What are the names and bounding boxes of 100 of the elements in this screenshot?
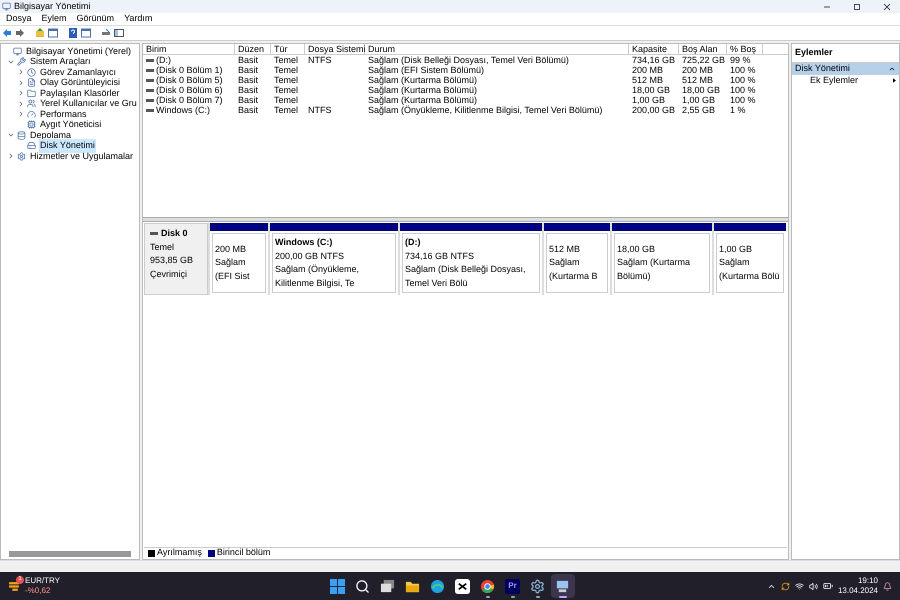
table-cell: NTFS [308, 105, 332, 115]
table-cell: 100 % [730, 85, 756, 95]
table-cell: 200,00 GB [632, 105, 676, 115]
partition-type-bar [210, 223, 268, 231]
table-cell: 1,00 GB [632, 95, 666, 105]
running-indicator [558, 596, 566, 598]
column-header[interactable]: Birim [143, 44, 235, 54]
table-cell: Basit [238, 65, 258, 75]
chart-arrow-icon [8, 580, 21, 592]
tree-item[interactable]: Disk Yönetimi [39, 139, 96, 152]
wifi-icon[interactable] [794, 582, 804, 590]
window-icon[interactable] [114, 28, 124, 38]
table-cell: 1 % [730, 105, 746, 115]
speaker-icon[interactable] [808, 582, 818, 590]
gear-icon [530, 578, 545, 594]
column-header[interactable]: Düzen [235, 44, 271, 54]
tree-item[interactable]: Yerel Kullanıcılar ve Gru [39, 97, 138, 110]
column-header[interactable]: Kapasite [629, 44, 679, 54]
forward-arrow-icon[interactable] [15, 28, 25, 38]
legend-label: Birincil bölüm [216, 546, 270, 560]
table-cell: 200 MB [632, 65, 664, 75]
menu-item[interactable]: Dosya [6, 12, 32, 26]
tree-item[interactable]: Paylaşılan Klasörler [39, 86, 121, 100]
table-cell: Temel [274, 55, 298, 65]
tree-item[interactable]: Görev Zamanlayıcı [39, 66, 118, 79]
tree-item[interactable]: Performans [39, 108, 88, 121]
tree-item[interactable]: Hizmetler ve Uygulamalar [29, 150, 134, 163]
sync-icon[interactable] [780, 582, 790, 590]
clock-button[interactable]: 19:10 13.04.2024 [838, 576, 878, 596]
column-header[interactable]: Boş Alan [679, 44, 727, 54]
table-cell: Temel [274, 95, 298, 105]
table-cell: (Disk 0 Bölüm 6) [156, 85, 223, 95]
partition-block[interactable]: 18,00 GB Sağlam (Kurtarma Bölümü) [612, 223, 712, 295]
disk-type: Temel [150, 240, 176, 254]
computer-icon [2, 2, 11, 11]
help-icon[interactable] [68, 28, 78, 38]
partition-size: 200,00 GB NTFS [275, 250, 346, 262]
expand-chevron-icon[interactable] [17, 89, 25, 98]
disk-size: 953,85 GB [150, 254, 194, 267]
taskbar-app-button[interactable]: Pr [500, 574, 524, 598]
table-cell: Temel [274, 75, 298, 85]
table-cell: 725,22 GB [682, 55, 726, 65]
tree-item[interactable]: Depolama [29, 128, 72, 142]
partition-block[interactable]: 512 MB Sağlam (Kurtarma B [544, 223, 610, 295]
browser-circle-icon [480, 578, 495, 594]
table-cell: Sağlam (Kurtarma Bölümü) [368, 95, 478, 105]
action-item[interactable]: Ek Eylemler [792, 74, 899, 86]
table-cell: 100 % [730, 75, 756, 85]
partition-title: Windows (C:) [275, 236, 334, 249]
partition-type-bar [714, 223, 786, 231]
expand-chevron-icon[interactable] [17, 100, 25, 108]
menu-item[interactable]: Görünüm [76, 12, 114, 26]
partition-title: (D:) [405, 236, 422, 249]
tree-item[interactable]: Olay Görüntüleyicisi [39, 76, 122, 90]
table-cell: Sağlam (EFI Sistem Bölümü) [368, 65, 484, 75]
tree-item[interactable]: Bilgisayar Yönetimi (Yerel) [25, 44, 132, 58]
table-cell: NTFS [308, 55, 332, 65]
partition-block[interactable]: 1,00 GB Sağlam (Kurtarma Bölü [714, 223, 786, 295]
partition-status: Sağlam (EFI Sist [215, 256, 251, 283]
close-icon[interactable] [882, 2, 892, 12]
partition-status: Sağlam (Disk Belleği Dosyası, Temel Veri Bölü [405, 263, 527, 290]
column-header[interactable]: Durum [365, 44, 629, 54]
column-header[interactable]: Dosya Sistemi [305, 44, 365, 54]
actions-section-header[interactable]: Disk Yönetimi [792, 62, 899, 74]
notification-bell-icon[interactable] [883, 582, 892, 590]
column-header[interactable]: Tür [271, 44, 305, 54]
table-cell: Sağlam (Kurtarma Bölümü) [368, 85, 478, 95]
battery-icon[interactable] [822, 581, 833, 591]
partition-status: Sağlam (Önyükleme, Kilitlenme Bilgisi, Te [275, 263, 360, 290]
expand-chevron-icon[interactable] [7, 152, 15, 160]
expand-chevron-icon[interactable] [17, 78, 25, 87]
partition-block[interactable]: 200 MB Sağlam (EFI Sist [210, 223, 268, 295]
expand-chevron-icon[interactable] [17, 110, 25, 118]
panel-icon[interactable] [81, 28, 91, 38]
users-icon [27, 99, 36, 108]
maximize-icon[interactable] [852, 2, 862, 12]
partition-block[interactable]: Windows (C:) 200,00 GB NTFS Sağlam (Önyükleme, Kilitlenme Bilgisi, Te [270, 223, 398, 295]
folder-up-icon[interactable] [35, 28, 45, 38]
table-cell: Basit [238, 105, 258, 115]
gear-icon [17, 152, 26, 161]
back-arrow-icon[interactable] [2, 28, 12, 38]
folder-icon [27, 88, 36, 98]
partition-block[interactable]: (D:) 734,16 GB NTFS Sağlam (Disk Belleği Dosyası, Temel Veri Bölü [400, 223, 542, 295]
menu-item[interactable]: Yardım [124, 12, 152, 26]
disk-info-panel[interactable]: Disk 0 Temel 953,85 GB Çevrimiçi [144, 223, 208, 295]
partition-size: 18,00 GB [617, 242, 656, 256]
tree-item[interactable]: Aygıt Yöneticisi [39, 118, 102, 132]
panel-icon[interactable] [48, 28, 58, 38]
horizontal-scrollbar[interactable] [9, 551, 131, 557]
table-cell: (D:) [156, 55, 171, 65]
drive-icon[interactable] [101, 28, 111, 38]
menu-item[interactable]: Eylem [42, 12, 67, 26]
table-cell: 200 MB [682, 65, 714, 75]
column-header[interactable]: % Boş [727, 44, 763, 54]
table-cell: 512 MB [682, 75, 714, 85]
taskbar-app-button[interactable] [550, 574, 574, 598]
expand-chevron-icon[interactable] [17, 68, 25, 76]
chip-icon [27, 120, 36, 130]
table-cell: 18,00 GB [682, 85, 720, 95]
tree-item[interactable]: Sistem Araçları [29, 55, 92, 68]
